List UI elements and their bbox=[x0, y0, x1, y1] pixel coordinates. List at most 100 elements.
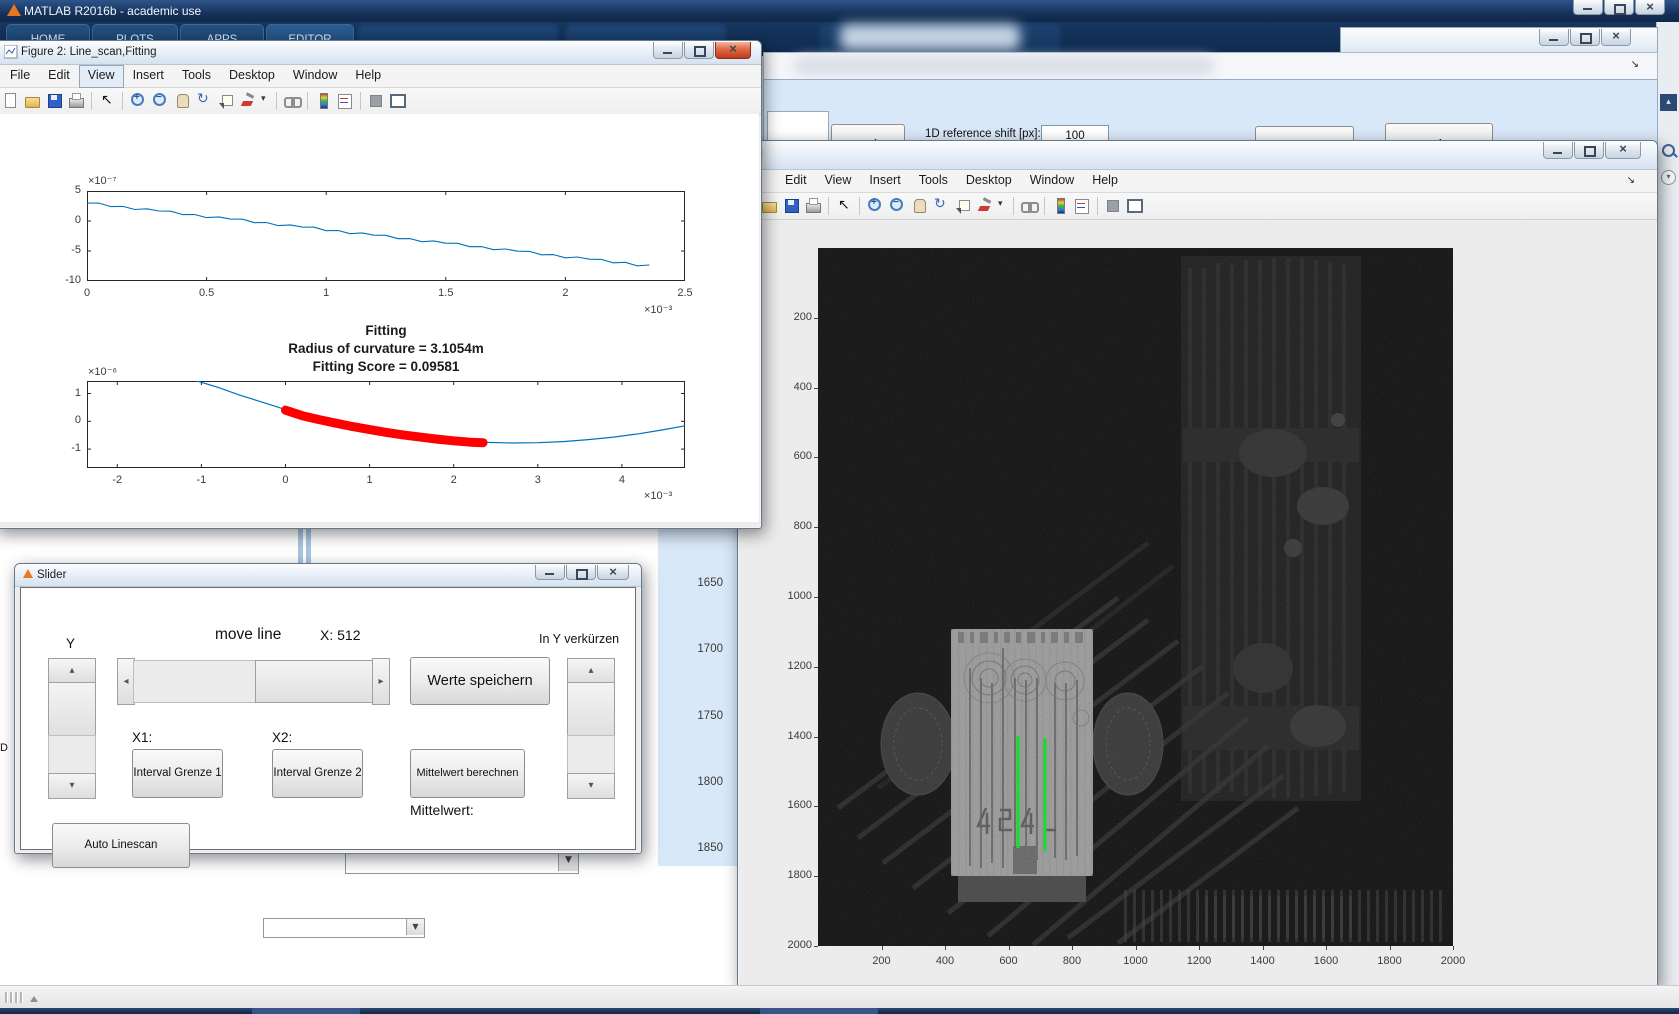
slider-close-button[interactable] bbox=[597, 564, 629, 580]
maximize-button[interactable] bbox=[1604, 0, 1634, 15]
zoom-out-icon[interactable] bbox=[888, 197, 906, 215]
dock-gray-icon[interactable] bbox=[367, 92, 385, 110]
calculate-mean-button[interactable]: Mittelwert berechnen bbox=[410, 749, 525, 798]
menu-item-edit[interactable]: Edit bbox=[776, 170, 816, 191]
menu-item-insert[interactable]: Insert bbox=[124, 65, 173, 86]
pointer-icon[interactable] bbox=[98, 92, 116, 110]
grip-icon[interactable] bbox=[5, 992, 8, 1003]
slider-panel: Y move line X: 512 In Y verkürzen ▴ ▾ ◂ … bbox=[20, 587, 636, 868]
figure2-titlebar[interactable]: Figure 2: Line_scan,Fitting bbox=[0, 41, 761, 65]
menu-item-desktop[interactable]: Desktop bbox=[957, 170, 1021, 191]
open-folder-icon[interactable] bbox=[760, 197, 778, 215]
menu-item-window[interactable]: Window bbox=[284, 65, 346, 86]
dock-gray-icon[interactable] bbox=[1104, 197, 1122, 215]
figure-close-button[interactable] bbox=[1605, 141, 1641, 159]
x-slider-right-button[interactable]: ▸ bbox=[372, 658, 390, 705]
pan-hand-icon[interactable] bbox=[910, 197, 928, 215]
zoom-in-icon[interactable] bbox=[129, 92, 147, 110]
search-icon[interactable] bbox=[1662, 144, 1675, 157]
zoom-out-icon[interactable] bbox=[151, 92, 169, 110]
legend-icon[interactable] bbox=[1073, 197, 1091, 215]
brush-icon[interactable] bbox=[976, 197, 994, 215]
menu-item-desktop[interactable]: Desktop bbox=[220, 65, 284, 86]
menu-item-window[interactable]: Window bbox=[1021, 170, 1083, 191]
open-folder-icon[interactable] bbox=[23, 92, 41, 110]
save-icon[interactable] bbox=[45, 92, 63, 110]
rotate-3d-icon[interactable] bbox=[195, 91, 213, 110]
tick-label: 1 bbox=[366, 474, 373, 486]
menu-item-tools[interactable]: Tools bbox=[173, 65, 220, 86]
interval-limit-1-button[interactable]: Interval Grenze 1 bbox=[132, 749, 223, 798]
interval-limit-2-button[interactable]: Interval Grenze 2 bbox=[272, 749, 363, 798]
pan-hand-icon[interactable] bbox=[173, 92, 191, 110]
dropdown-caret-icon[interactable] bbox=[998, 197, 1007, 215]
legend-icon[interactable] bbox=[336, 92, 354, 110]
pointer-icon[interactable] bbox=[835, 197, 853, 215]
y-slider-up-button[interactable]: ▴ bbox=[48, 658, 96, 684]
shorten-slider-down-button[interactable]: ▾ bbox=[567, 773, 615, 799]
close-button[interactable] bbox=[1635, 0, 1665, 15]
new-document-icon[interactable] bbox=[1, 92, 19, 110]
figure-minimize-button[interactable] bbox=[1543, 142, 1573, 159]
shorten-slider-thumb[interactable] bbox=[567, 682, 615, 736]
print-icon[interactable] bbox=[804, 197, 822, 215]
image-figure-titlebar[interactable]: ld bbox=[738, 141, 1657, 170]
gui-menubar: ↘ bbox=[763, 52, 1658, 81]
dropdown-caret-icon[interactable] bbox=[261, 92, 270, 110]
menu-overflow-icon[interactable]: ↘ bbox=[1627, 175, 1635, 186]
figure-maximize-button[interactable] bbox=[1574, 142, 1604, 159]
y-slider-down-button[interactable]: ▾ bbox=[48, 773, 96, 799]
taskbar-item[interactable] bbox=[760, 1008, 878, 1014]
save-values-button[interactable]: Werte speichern bbox=[410, 657, 550, 705]
colorbar-icon[interactable] bbox=[314, 92, 332, 110]
y-slider-thumb[interactable] bbox=[48, 682, 96, 736]
menu-item-help[interactable]: Help bbox=[1083, 170, 1127, 191]
menu-item-insert[interactable]: Insert bbox=[860, 170, 909, 191]
figure2-minimize-button[interactable] bbox=[653, 42, 683, 59]
resize-grip-icon[interactable] bbox=[30, 996, 38, 1002]
gui-close-button[interactable] bbox=[1601, 28, 1631, 46]
colorbar-icon[interactable] bbox=[1051, 197, 1069, 215]
dropdown-circle-icon[interactable]: ▾ bbox=[1661, 170, 1676, 185]
link-plots-icon[interactable] bbox=[283, 92, 302, 110]
menu-item-help[interactable]: Help bbox=[346, 65, 390, 86]
x-slider-track[interactable] bbox=[133, 660, 256, 703]
collapse-toolstrip-icon[interactable]: ▴ bbox=[1660, 94, 1677, 111]
tick-label: 600 bbox=[999, 955, 1018, 967]
slider-titlebar[interactable]: Slider bbox=[15, 564, 641, 587]
gui-maximize-button[interactable] bbox=[1570, 29, 1600, 46]
dock-figure-icon[interactable] bbox=[389, 92, 407, 110]
menu-item-edit[interactable]: Edit bbox=[39, 65, 79, 86]
gui-combobox[interactable]: ▼ bbox=[263, 918, 425, 938]
x2-label: X2: bbox=[272, 730, 293, 745]
menu-overflow-icon[interactable]: ↘ bbox=[1631, 59, 1639, 70]
print-icon[interactable] bbox=[67, 92, 85, 110]
save-icon[interactable] bbox=[782, 197, 800, 215]
data-cursor-icon[interactable] bbox=[217, 92, 235, 110]
auto-linescan-button[interactable]: Auto Linescan bbox=[52, 823, 190, 868]
slider-minimize-button[interactable] bbox=[535, 565, 565, 580]
shorten-slider-up-button[interactable]: ▴ bbox=[567, 658, 615, 684]
zoom-in-icon[interactable] bbox=[866, 197, 884, 215]
brush-icon[interactable] bbox=[239, 92, 257, 110]
menu-item-file[interactable]: File bbox=[1, 65, 39, 86]
link-plots-icon[interactable] bbox=[1020, 197, 1039, 215]
slider-maximize-button[interactable] bbox=[566, 565, 596, 580]
matlab-title: MATLAB R2016b - academic use bbox=[24, 4, 202, 18]
gui-minimize-button[interactable] bbox=[1539, 29, 1569, 46]
dropdown-arrow-icon[interactable]: ▼ bbox=[406, 919, 424, 935]
y-slider-track[interactable] bbox=[48, 735, 96, 775]
taskbar-item[interactable] bbox=[252, 1008, 360, 1014]
toolbar-divider bbox=[1013, 197, 1014, 215]
data-cursor-icon[interactable] bbox=[954, 197, 972, 215]
figure2-maximize-button[interactable] bbox=[684, 42, 714, 59]
menu-item-view[interactable]: View bbox=[816, 170, 861, 191]
rotate-3d-icon[interactable] bbox=[932, 196, 950, 215]
shorten-slider-track[interactable] bbox=[567, 735, 615, 775]
menu-item-view[interactable]: View bbox=[78, 65, 124, 88]
minimize-button[interactable] bbox=[1573, 0, 1603, 15]
figure2-close-button[interactable] bbox=[715, 41, 751, 59]
menu-item-tools[interactable]: Tools bbox=[910, 170, 957, 191]
dock-figure-icon[interactable] bbox=[1126, 197, 1144, 215]
x-slider-thumb[interactable] bbox=[255, 660, 374, 703]
